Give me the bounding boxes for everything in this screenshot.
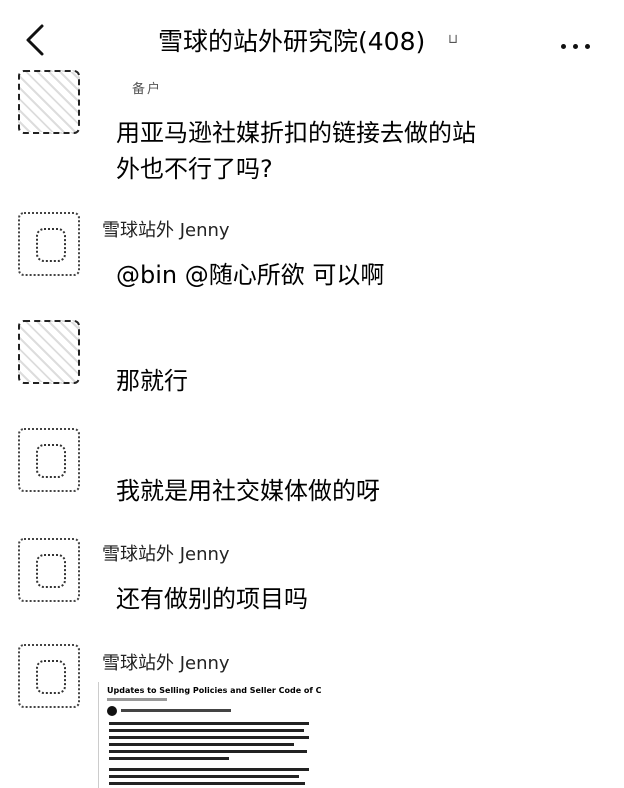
- message-text-line: 还有做别的项目吗: [116, 585, 308, 613]
- avatar[interactable]: [18, 644, 80, 708]
- message-text-line: @bin @随心所欲 可以啊: [116, 261, 385, 289]
- page-title: 雪球的站外研究院(408): [158, 27, 426, 56]
- attachment-line: [121, 709, 231, 712]
- message-text-line: 用亚马逊社媒折扣的链接去做的站: [116, 119, 476, 147]
- attachment-line: [109, 729, 304, 732]
- attachment-logo-icon: [107, 706, 117, 716]
- title-mark-icon: ⊔: [448, 32, 459, 47]
- sender-name: 雪球站外 Jenny: [102, 653, 230, 674]
- attachment-subline: [107, 698, 167, 701]
- image-attachment[interactable]: Updates to Selling Policies and Seller C…: [98, 682, 321, 788]
- avatar[interactable]: [18, 212, 80, 276]
- message-text-line: 那就行: [116, 367, 188, 395]
- attachment-line: [109, 722, 309, 725]
- attachment-line: [109, 757, 229, 760]
- attachment-line: [109, 782, 305, 785]
- more-dots-icon[interactable]: [561, 34, 597, 49]
- sender-name: 雪球站外 Jenny: [102, 220, 230, 241]
- chevron-left-icon[interactable]: [20, 22, 48, 58]
- avatar[interactable]: [18, 70, 80, 134]
- message-text-line: 我就是用社交媒体做的呀: [116, 477, 380, 505]
- sender-name: 备户: [132, 82, 163, 97]
- avatar[interactable]: [18, 428, 80, 492]
- attachment-line: [109, 768, 309, 771]
- attachment-title: Updates to Selling Policies and Seller C…: [107, 686, 321, 695]
- attachment-line: [109, 736, 309, 739]
- message-text-line: 外也不行了吗?: [116, 155, 273, 183]
- chat-header: 雪球的站外研究院(408) ⊔: [0, 0, 624, 80]
- attachment-line: [109, 743, 294, 746]
- avatar[interactable]: [18, 320, 80, 384]
- attachment-line: [109, 775, 299, 778]
- avatar[interactable]: [18, 538, 80, 602]
- attachment-line: [109, 750, 307, 753]
- sender-name: 雪球站外 Jenny: [102, 544, 230, 565]
